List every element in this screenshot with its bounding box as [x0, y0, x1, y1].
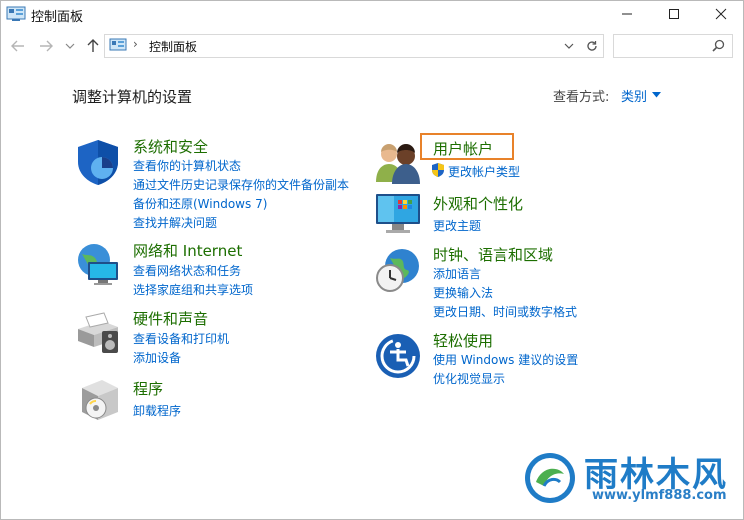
link-homegroup-sharing[interactable]: 选择家庭组和共享选项: [133, 281, 253, 298]
maximize-button[interactable]: [651, 0, 697, 28]
minimize-button[interactable]: [604, 0, 650, 28]
link-file-history-backup[interactable]: 通过文件历史记录保存你的文件备份副本: [133, 176, 349, 193]
refresh-button[interactable]: [581, 34, 604, 58]
category-title-system-security[interactable]: 系统和安全: [133, 136, 208, 157]
chevron-down-icon[interactable]: [563, 40, 575, 52]
category-title-appearance[interactable]: 外观和个性化: [433, 193, 523, 214]
recent-locations-button[interactable]: [62, 38, 78, 54]
control-panel-icon: [109, 38, 127, 51]
address-bar[interactable]: › 控制面板: [104, 34, 582, 58]
link-change-theme[interactable]: 更改主题: [433, 217, 481, 234]
refresh-icon: [587, 41, 597, 51]
close-button[interactable]: [698, 0, 744, 28]
breadcrumb-separator: ›: [133, 37, 138, 51]
view-by-label: 查看方式:: [553, 90, 610, 105]
programs-disc-icon[interactable]: [76, 376, 124, 424]
category-title-hardware-sound[interactable]: 硬件和声音: [133, 308, 208, 329]
link-optimize-visual-display[interactable]: 优化视觉显示: [433, 370, 505, 387]
link-add-device[interactable]: 添加设备: [133, 349, 181, 366]
close-icon: [715, 8, 727, 20]
category-title-programs[interactable]: 程序: [133, 378, 163, 399]
printer-speaker-icon[interactable]: [74, 307, 122, 355]
caret-down-icon[interactable]: [652, 92, 661, 98]
page-title: 调整计算机的设置: [72, 88, 193, 106]
link-add-language[interactable]: 添加语言: [433, 265, 481, 282]
ease-of-access-icon[interactable]: [374, 332, 422, 380]
link-change-account-type[interactable]: 更改帐户类型: [448, 163, 520, 180]
clock-globe-icon[interactable]: [374, 246, 422, 294]
watermark-url: www.ylmf888.com: [592, 488, 727, 503]
link-view-computer-status[interactable]: 查看你的计算机状态: [133, 157, 241, 174]
back-button[interactable]: [10, 38, 26, 54]
arrow-left-icon: [11, 40, 24, 52]
link-recommended-settings[interactable]: 使用 Windows 建议的设置: [433, 351, 578, 368]
view-by-dropdown[interactable]: 类别: [621, 86, 647, 105]
user-accounts-icon[interactable]: [374, 138, 422, 186]
forward-button[interactable]: [38, 38, 54, 54]
category-title-user-accounts[interactable]: 用户帐户: [433, 138, 493, 159]
up-button[interactable]: [85, 38, 101, 54]
link-change-date-time-format[interactable]: 更改日期、时间或数字格式: [433, 303, 577, 320]
title-bar: 控制面板: [0, 0, 744, 31]
chevron-down-icon: [65, 43, 75, 49]
uac-shield-icon: [432, 163, 444, 177]
maximize-icon: [669, 9, 679, 19]
control-panel-icon: [6, 6, 26, 21]
window-title: 控制面板: [31, 10, 84, 25]
category-title-clock-region[interactable]: 时钟、语言和区域: [433, 244, 553, 265]
navigation-bar: › 控制面板: [0, 31, 744, 61]
arrow-up-icon: [87, 39, 99, 52]
category-title-ease-of-access[interactable]: 轻松使用: [433, 330, 493, 351]
link-backup-restore[interactable]: 备份和还原(Windows 7): [133, 195, 267, 212]
appearance-monitor-icon[interactable]: [374, 190, 422, 238]
link-change-input-method[interactable]: 更换输入法: [433, 284, 493, 301]
link-troubleshoot[interactable]: 查找并解决问题: [133, 214, 217, 231]
link-network-status[interactable]: 查看网络状态和任务: [133, 262, 241, 279]
breadcrumb-control-panel[interactable]: 控制面板: [149, 38, 197, 55]
minimize-icon: [622, 13, 632, 15]
link-devices-printers[interactable]: 查看设备和打印机: [133, 330, 229, 347]
shield-icon[interactable]: [74, 138, 122, 186]
link-uninstall-program[interactable]: 卸载程序: [133, 402, 181, 419]
arrow-right-icon: [40, 40, 53, 52]
search-icon: [712, 39, 725, 52]
category-title-network-internet[interactable]: 网络和 Internet: [133, 240, 242, 261]
watermark-logo: [525, 453, 575, 503]
search-input[interactable]: [613, 34, 733, 58]
network-globe-icon[interactable]: [74, 240, 122, 288]
